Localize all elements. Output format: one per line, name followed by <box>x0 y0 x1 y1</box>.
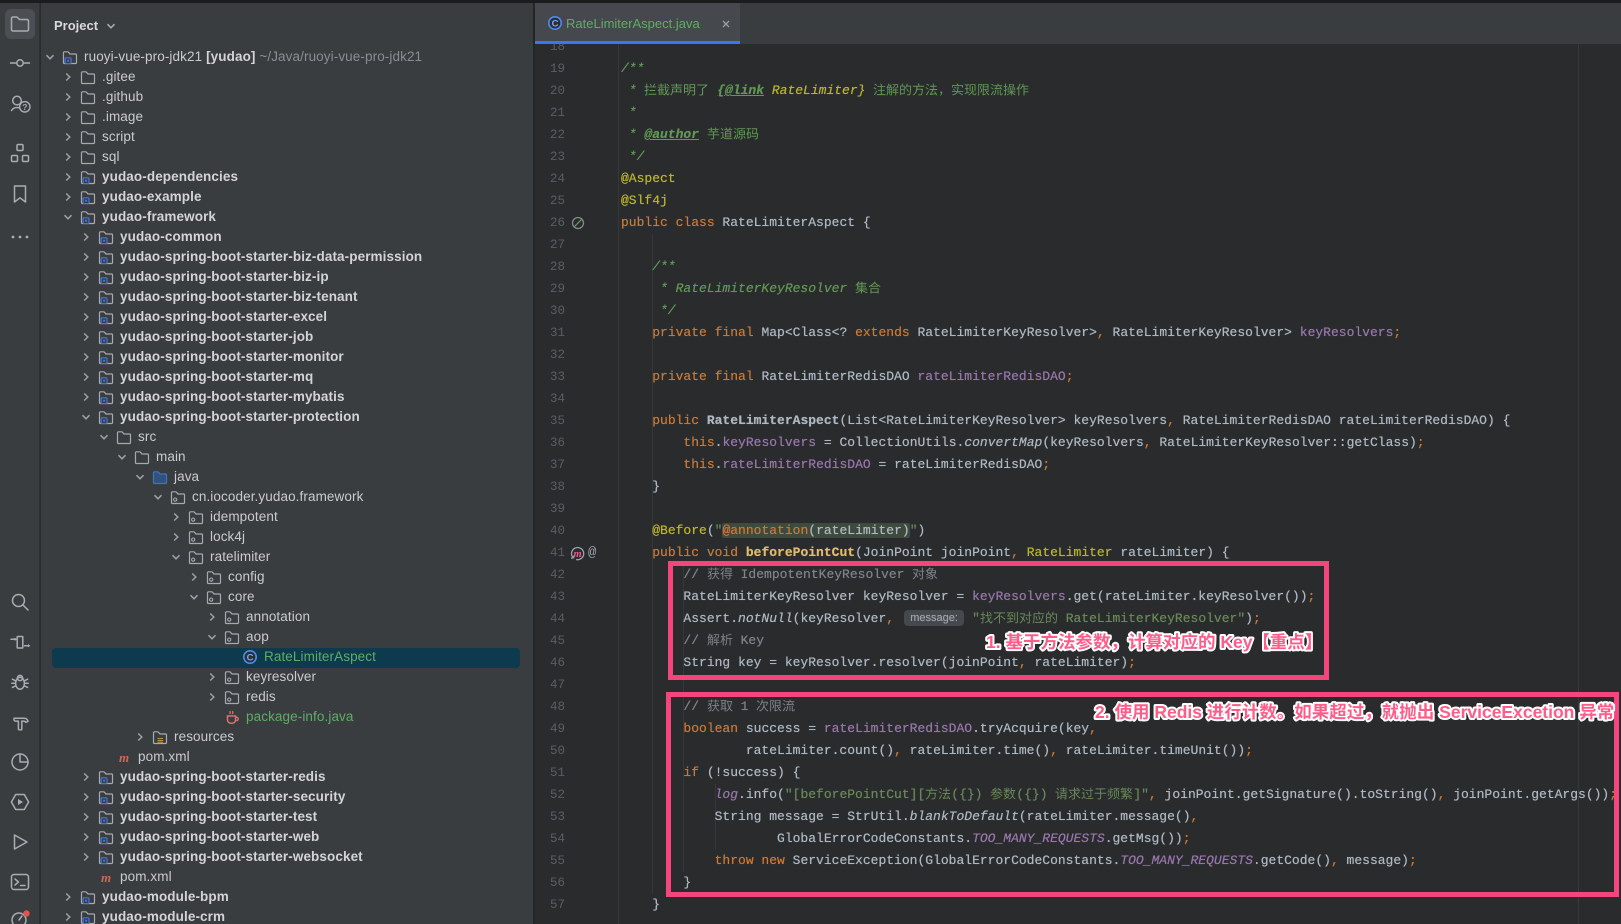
svg-text:1.: 1. <box>986 632 1005 652</box>
svg-text:ServiceExcetion: ServiceExcetion <box>1434 702 1579 722</box>
svg-text:C: C <box>247 652 254 663</box>
svg-text:m: m <box>101 870 111 885</box>
svg-text:m: m <box>574 549 582 560</box>
svg-text:Key: Key <box>1216 632 1253 652</box>
svg-text:?: ? <box>22 102 27 112</box>
svg-text:C: C <box>552 18 559 29</box>
svg-text:Redis: Redis <box>1150 702 1207 722</box>
svg-text:m: m <box>119 750 129 765</box>
svg-text:2.: 2. <box>1095 702 1114 722</box>
